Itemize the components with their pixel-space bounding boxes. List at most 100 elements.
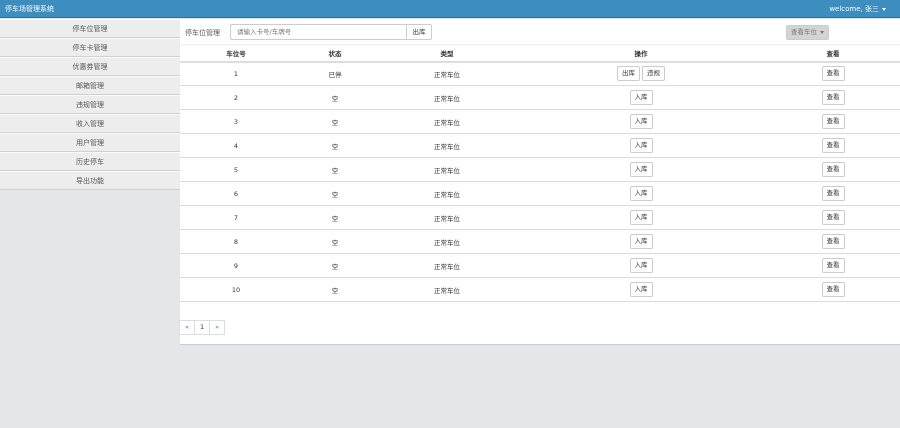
search-input[interactable]	[230, 24, 407, 40]
checkout-button[interactable]: 出库	[406, 24, 432, 40]
table-row: 8 空正常车位 入库 查看	[180, 229, 900, 254]
action-button[interactable]: 出库	[617, 66, 640, 82]
space-type: 正常车位	[378, 205, 516, 230]
actions-cell: 入库	[516, 133, 766, 158]
actions-cell: 入库	[516, 85, 766, 110]
col-header-view: 查看	[766, 44, 900, 63]
space-number: 6	[180, 181, 292, 206]
view-cell: 查看	[766, 61, 900, 86]
space-type: 正常车位	[378, 253, 516, 278]
actions-cell: 出库 违规	[516, 61, 766, 86]
prev-page[interactable]: «	[179, 320, 195, 335]
sidebar-item[interactable]: 优惠券管理	[0, 57, 180, 76]
action-button[interactable]: 入库	[629, 114, 653, 129]
sidebar-item[interactable]: 历史停车	[0, 152, 180, 171]
col-header-actions: 操作	[516, 44, 766, 63]
view-spaces-label: 查看车位	[791, 28, 817, 36]
table-row: 3 空正常车位 入库 查看	[180, 109, 900, 134]
space-status: 空	[292, 181, 378, 206]
top-navbar: 停车场管理系统 welcome, 张三	[0, 0, 900, 18]
actions-cell: 入库	[516, 157, 766, 182]
sidebar-item[interactable]: 停车位管理	[0, 19, 180, 38]
section-label: 停车位管理	[185, 29, 220, 37]
space-number: 8	[180, 229, 292, 254]
space-type: 正常车位	[378, 229, 516, 254]
space-type: 正常车位	[378, 181, 516, 206]
action-button[interactable]: 入库	[629, 138, 653, 153]
caret-down-icon	[820, 30, 824, 34]
table-row: 10 空正常车位 入库 查看	[180, 277, 900, 302]
table-row: 1 已停 正常车位 出库 违规 查看	[180, 61, 900, 86]
parking-table: 车位号 状态 类型 操作 查看 1 已停 正常车位 出库 违规 查看 2 空正常车位 入库 查看 3…	[180, 44, 900, 302]
space-status: 空	[292, 109, 378, 134]
table-row: 5 空正常车位 入库 查看	[180, 157, 900, 182]
main-panel: 停车位管理 出库 查看车位 车位号 状态 类型 操作 查看 1已停正常车位出库违…	[179, 19, 900, 345]
table-row: 6 空正常车位 入库 查看	[180, 181, 900, 206]
user-greeting: welcome, 张三	[829, 5, 879, 13]
view-cell: 查看	[766, 181, 900, 206]
sidebar-item[interactable]: 违规管理	[0, 95, 180, 114]
view-cell: 查看	[766, 229, 900, 254]
sidebar-item[interactable]: 邮箱管理	[0, 76, 180, 95]
actions-cell: 入库	[516, 229, 766, 254]
table-row: 4 空正常车位 入库 查看	[180, 133, 900, 158]
view-cell: 查看	[766, 253, 900, 278]
space-status: 空	[292, 229, 378, 254]
space-number: 3	[180, 109, 292, 134]
col-header-number: 车位号	[180, 44, 292, 63]
action-button[interactable]: 入库	[629, 234, 653, 249]
action-button[interactable]: 入库	[629, 282, 653, 297]
action-button[interactable]: 入库	[629, 162, 653, 177]
actions-cell: 入库	[516, 109, 766, 134]
space-type: 正常车位	[378, 85, 516, 110]
user-menu[interactable]: welcome, 张三	[829, 4, 886, 14]
sidebar-item[interactable]: 收入管理	[0, 114, 180, 133]
view-button[interactable]: 查看	[821, 258, 845, 273]
space-status: 空	[292, 133, 378, 158]
view-button[interactable]: 查看	[821, 90, 845, 105]
view-cell: 查看	[766, 157, 900, 182]
actions-cell: 入库	[516, 253, 766, 278]
space-status: 空	[292, 253, 378, 278]
next-page[interactable]: »	[209, 320, 226, 335]
app-title[interactable]: 停车场管理系统	[5, 4, 54, 14]
space-number: 1	[180, 61, 292, 86]
action-button[interactable]: 入库	[629, 90, 653, 105]
view-cell: 查看	[766, 85, 900, 110]
action-button[interactable]: 入库	[629, 186, 653, 201]
space-type: 正常车位	[378, 109, 516, 134]
view-button[interactable]: 查看	[821, 138, 845, 153]
space-type: 正常车位	[378, 277, 516, 302]
sidebar-item[interactable]: 导出功能	[0, 171, 180, 190]
space-status: 空	[292, 277, 378, 302]
caret-down-icon	[882, 7, 886, 11]
view-cell: 查看	[766, 277, 900, 302]
view-button[interactable]: 查看	[821, 282, 845, 297]
space-status: 已停	[292, 61, 378, 86]
space-status: 空	[292, 205, 378, 230]
sidebar-item[interactable]: 停车卡管理	[0, 38, 180, 57]
table-row: 9 空正常车位 入库 查看	[180, 253, 900, 278]
page-1[interactable]: 1	[193, 320, 211, 335]
sidebar-item[interactable]: 用户管理	[0, 133, 180, 152]
actions-cell: 入库	[516, 205, 766, 230]
col-header-type: 类型	[378, 44, 516, 63]
view-button[interactable]: 查看	[821, 210, 845, 225]
col-header-status: 状态	[292, 44, 378, 63]
view-button[interactable]: 查看	[821, 234, 845, 249]
space-status: 空	[292, 85, 378, 110]
action-button[interactable]: 入库	[629, 258, 653, 273]
space-type: 正常车位	[378, 133, 516, 158]
space-number: 9	[180, 253, 292, 278]
view-spaces-dropdown[interactable]: 查看车位	[786, 25, 829, 40]
view-button[interactable]: 查看	[821, 186, 845, 201]
space-number: 7	[180, 205, 292, 230]
space-status: 空	[292, 157, 378, 182]
view-button[interactable]: 查看	[821, 162, 845, 177]
action-button[interactable]: 违规	[642, 66, 665, 82]
action-button[interactable]: 入库	[629, 210, 653, 225]
view-button[interactable]: 查看	[821, 66, 845, 82]
space-type: 正常车位	[378, 157, 516, 182]
space-number: 4	[180, 133, 292, 158]
view-button[interactable]: 查看	[821, 114, 845, 129]
